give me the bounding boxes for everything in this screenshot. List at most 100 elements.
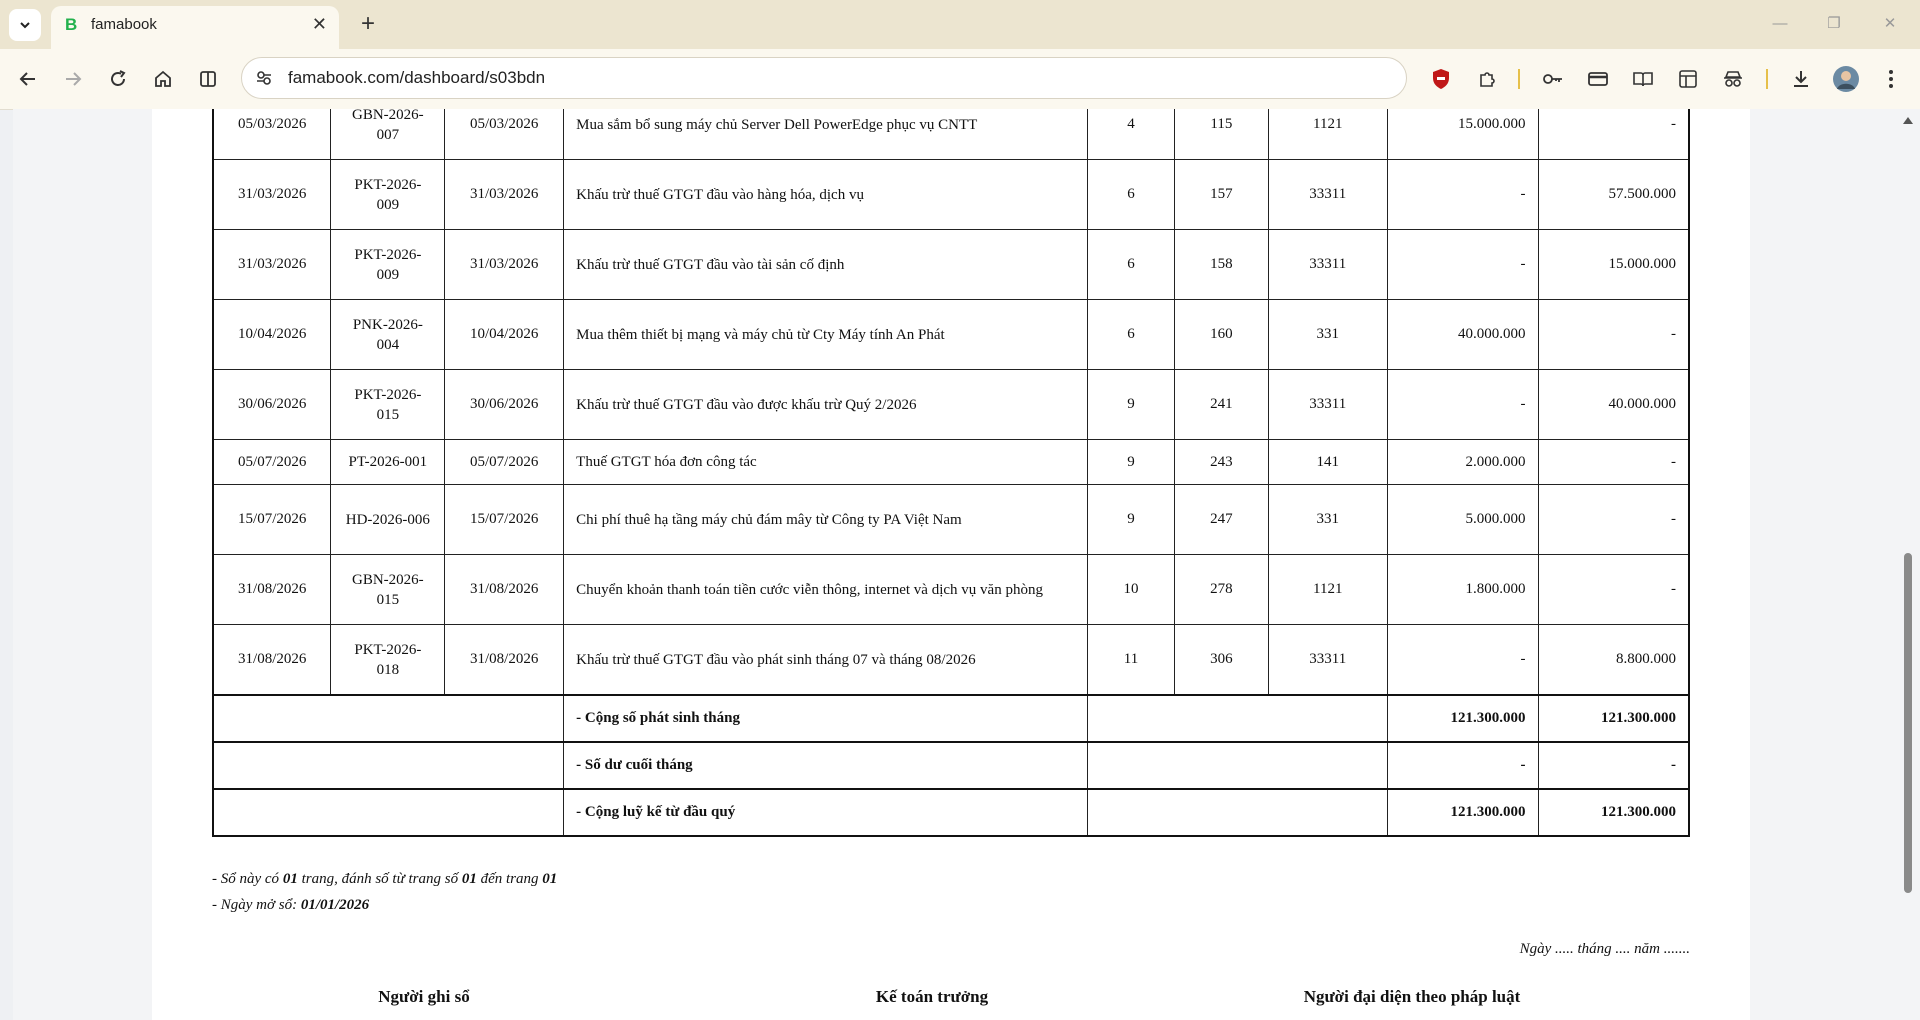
note-value: 01/01/2026: [300, 897, 370, 913]
reload-icon: [111, 70, 126, 86]
toolbar-divider: [1518, 69, 1520, 89]
row-debit: -: [1386, 229, 1539, 300]
row-contra-account: 33311: [1267, 159, 1388, 230]
row-doc-date: 10/04/2026: [444, 299, 565, 370]
browser-toolbar: famabook.com/dashboard/s03bdn: [0, 49, 1920, 110]
row-doc-number: GBN-2026- 007: [330, 109, 446, 160]
table-row: 30/06/2026 PKT-2026- 015 30/06/2026 Khấu trừ…: [212, 369, 1690, 440]
row-journal-page: 9: [1087, 484, 1175, 555]
browser-menu-button[interactable]: [1875, 63, 1907, 95]
doc-number-part: 004: [376, 336, 400, 353]
close-window-icon[interactable]: ✕: [1878, 11, 1902, 35]
new-tab-button[interactable]: +: [354, 10, 382, 38]
row-description: Mua sắm bổ sung máy chủ Server Dell Powe…: [563, 109, 1089, 160]
doc-number-part: 009: [376, 196, 400, 213]
forward-button[interactable]: [57, 63, 89, 95]
row-line-number: 157: [1173, 159, 1269, 230]
doc-number-part: GBN-2026-: [352, 571, 424, 588]
row-credit: -: [1537, 439, 1690, 485]
row-doc-number: PKT-2026- 018: [330, 624, 446, 696]
doc-number-part: PKT-2026-: [354, 641, 422, 658]
reload-button[interactable]: [102, 63, 134, 95]
row-contra-account: 1121: [1267, 554, 1388, 625]
adblock-extension[interactable]: [1425, 63, 1457, 95]
summary-debit: 121.300.000: [1386, 788, 1539, 837]
ledger-notes: - Sổ này có 01 trang, đánh số từ trang s…: [212, 866, 557, 918]
restore-icon[interactable]: ❐: [1822, 11, 1846, 35]
row-description: Thuế GTGT hóa đơn công tác: [563, 439, 1089, 485]
row-contra-account: 33311: [1267, 229, 1388, 300]
split-view-button[interactable]: [192, 63, 224, 95]
table-view-button[interactable]: [1672, 63, 1704, 95]
scroll-up-arrow-icon[interactable]: [1903, 117, 1913, 124]
doc-number-part: 015: [376, 591, 400, 608]
summary-empty-cell: [212, 741, 565, 790]
row-doc-date: 05/07/2026: [444, 439, 565, 485]
row-doc-date: 05/03/2026: [444, 109, 565, 160]
row-description: Mua thêm thiết bị mạng và máy chủ từ Cty…: [563, 299, 1089, 370]
reading-mode-button[interactable]: [1627, 63, 1659, 95]
back-button[interactable]: [12, 63, 44, 95]
extensions-button[interactable]: [1471, 63, 1503, 95]
row-journal-page: 11: [1087, 624, 1175, 696]
passwords-button[interactable]: [1537, 63, 1569, 95]
page-count-note: - Sổ này có 01 trang, đánh số từ trang s…: [212, 866, 557, 892]
summary-credit: 121.300.000: [1537, 788, 1690, 837]
downloads-button[interactable]: [1785, 63, 1817, 95]
row-line-number: 278: [1173, 554, 1269, 625]
minimize-icon[interactable]: —: [1768, 11, 1792, 35]
chevron-down-icon: [20, 22, 30, 29]
page-scrollbar[interactable]: [1896, 109, 1920, 1020]
doc-number-part: 018: [376, 661, 400, 678]
row-contra-account: 33311: [1267, 369, 1388, 440]
row-line-number: 115: [1173, 109, 1269, 160]
url-text[interactable]: famabook.com/dashboard/s03bdn: [288, 68, 545, 88]
signer-recorder: Người ghi sổ: [378, 987, 470, 1006]
scrollbar-thumb[interactable]: [1904, 553, 1912, 893]
table-row: 31/03/2026 PKT-2026- 009 31/03/2026 Khấu trừ…: [212, 229, 1690, 300]
incognito-button[interactable]: [1717, 63, 1749, 95]
home-icon: [155, 70, 171, 87]
row-debit: -: [1386, 159, 1539, 230]
tab-search-button[interactable]: [9, 9, 41, 41]
row-debit: 2.000.000: [1386, 439, 1539, 485]
site-info-icon[interactable]: [254, 68, 274, 88]
open-date-note: - Ngày mở sổ: 01/01/2026: [212, 892, 557, 918]
row-description: Khấu trừ thuế GTGT đầu vào phát sinh thá…: [563, 624, 1089, 696]
table-row: 15/07/2026 HD-2026-006 15/07/2026 Chi phí t…: [212, 484, 1690, 555]
split-view-icon: [200, 71, 216, 87]
row-description: Khấu trừ thuế GTGT đầu vào được khấu trừ…: [563, 369, 1089, 440]
row-journal-page: 6: [1087, 299, 1175, 370]
row-debit: 5.000.000: [1386, 484, 1539, 555]
avatar: [1833, 66, 1859, 92]
book-icon: [1633, 72, 1653, 87]
ledger-table-body: 05/03/2026 GBN-2026- 007 05/03/2026 Mua sắm …: [212, 109, 1690, 837]
note-text: - Ngày mở sổ:: [212, 897, 301, 913]
profile-button[interactable]: [1830, 63, 1862, 95]
row-description: Chi phí thuê hạ tầng máy chủ đám mây từ …: [563, 484, 1089, 555]
row-debit: 1.800.000: [1386, 554, 1539, 625]
row-description: Khấu trừ thuế GTGT đầu vào hàng hóa, dịc…: [563, 159, 1089, 230]
credit-card-icon: [1588, 72, 1608, 86]
back-arrow-icon: [19, 72, 35, 86]
shield-icon: [1433, 69, 1449, 89]
summary-label: - Cộng luỹ kế từ đầu quý: [563, 788, 1089, 837]
row-date: 05/07/2026: [212, 439, 332, 485]
note-value: 01: [542, 871, 558, 887]
row-contra-account: 331: [1267, 484, 1388, 555]
row-journal-page: 6: [1087, 159, 1175, 230]
report-sheet: 05/03/2026 GBN-2026- 007 05/03/2026 Mua sắm …: [152, 109, 1750, 1020]
row-doc-number: PT-2026-001: [330, 439, 446, 485]
signature-date-line: Ngày ..... tháng .... năm .......: [1519, 941, 1690, 957]
row-doc-date: 31/03/2026: [444, 229, 565, 300]
payment-methods-button[interactable]: [1582, 63, 1614, 95]
address-bar[interactable]: famabook.com/dashboard/s03bdn: [241, 57, 1407, 99]
note-value: 01: [282, 871, 298, 887]
doc-number-part: 015: [376, 406, 400, 423]
close-tab-icon[interactable]: ✕: [312, 14, 327, 35]
browser-tab[interactable]: B famabook ✕: [51, 6, 339, 49]
row-date: 31/03/2026: [212, 229, 332, 300]
summary-empty-cell: [1087, 694, 1388, 743]
summary-label: - Cộng số phát sinh tháng: [563, 694, 1089, 743]
home-button[interactable]: [147, 63, 179, 95]
